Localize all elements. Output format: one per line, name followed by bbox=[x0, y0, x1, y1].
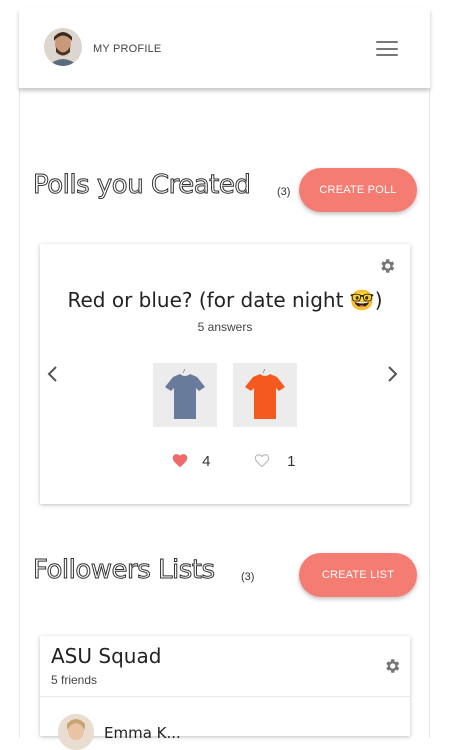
list-divider bbox=[40, 696, 410, 697]
app-header: MY PROFILE bbox=[19, 8, 430, 88]
polls-count: (3) bbox=[277, 186, 291, 198]
poll-option-red-shirt[interactable] bbox=[233, 363, 297, 427]
gear-icon[interactable] bbox=[378, 257, 396, 280]
create-poll-button[interactable]: CREATE POLL bbox=[299, 168, 417, 212]
vote-count-red: 1 bbox=[287, 453, 296, 470]
friend-name[interactable]: Emma K... bbox=[104, 724, 181, 742]
polls-section-title: Polls you Created bbox=[32, 170, 251, 201]
poll-card: Red or blue? (for date night 🤓) 5 answer… bbox=[40, 244, 410, 504]
menu-icon[interactable] bbox=[376, 41, 398, 56]
followers-list-card: ASU Squad 5 friends Emma K... bbox=[40, 636, 410, 750]
gear-icon[interactable] bbox=[383, 657, 401, 680]
create-list-button[interactable]: CREATE LIST bbox=[299, 553, 417, 597]
poll-question: Red or blue? (for date night 🤓) bbox=[67, 288, 383, 312]
chevron-right-icon[interactable] bbox=[387, 365, 399, 388]
poll-option-blue-shirt[interactable] bbox=[153, 363, 217, 427]
my-profile-link[interactable]: MY PROFILE bbox=[93, 43, 161, 55]
followers-count: (3) bbox=[241, 571, 255, 583]
heart-outline-icon bbox=[254, 454, 270, 468]
list-name[interactable]: ASU Squad bbox=[51, 644, 161, 668]
friend-avatar bbox=[58, 714, 94, 750]
vote-red[interactable]: 1 bbox=[253, 452, 296, 470]
vote-count-blue: 4 bbox=[202, 453, 211, 470]
heart-filled-icon bbox=[172, 454, 188, 468]
list-friend-count: 5 friends bbox=[51, 673, 98, 687]
chevron-left-icon[interactable] bbox=[46, 365, 58, 388]
followers-section-title: Followers Lists bbox=[33, 555, 216, 586]
profile-avatar[interactable] bbox=[44, 28, 82, 66]
vote-blue[interactable]: 4 bbox=[171, 452, 211, 470]
poll-answers-count: 5 answers bbox=[197, 320, 253, 334]
